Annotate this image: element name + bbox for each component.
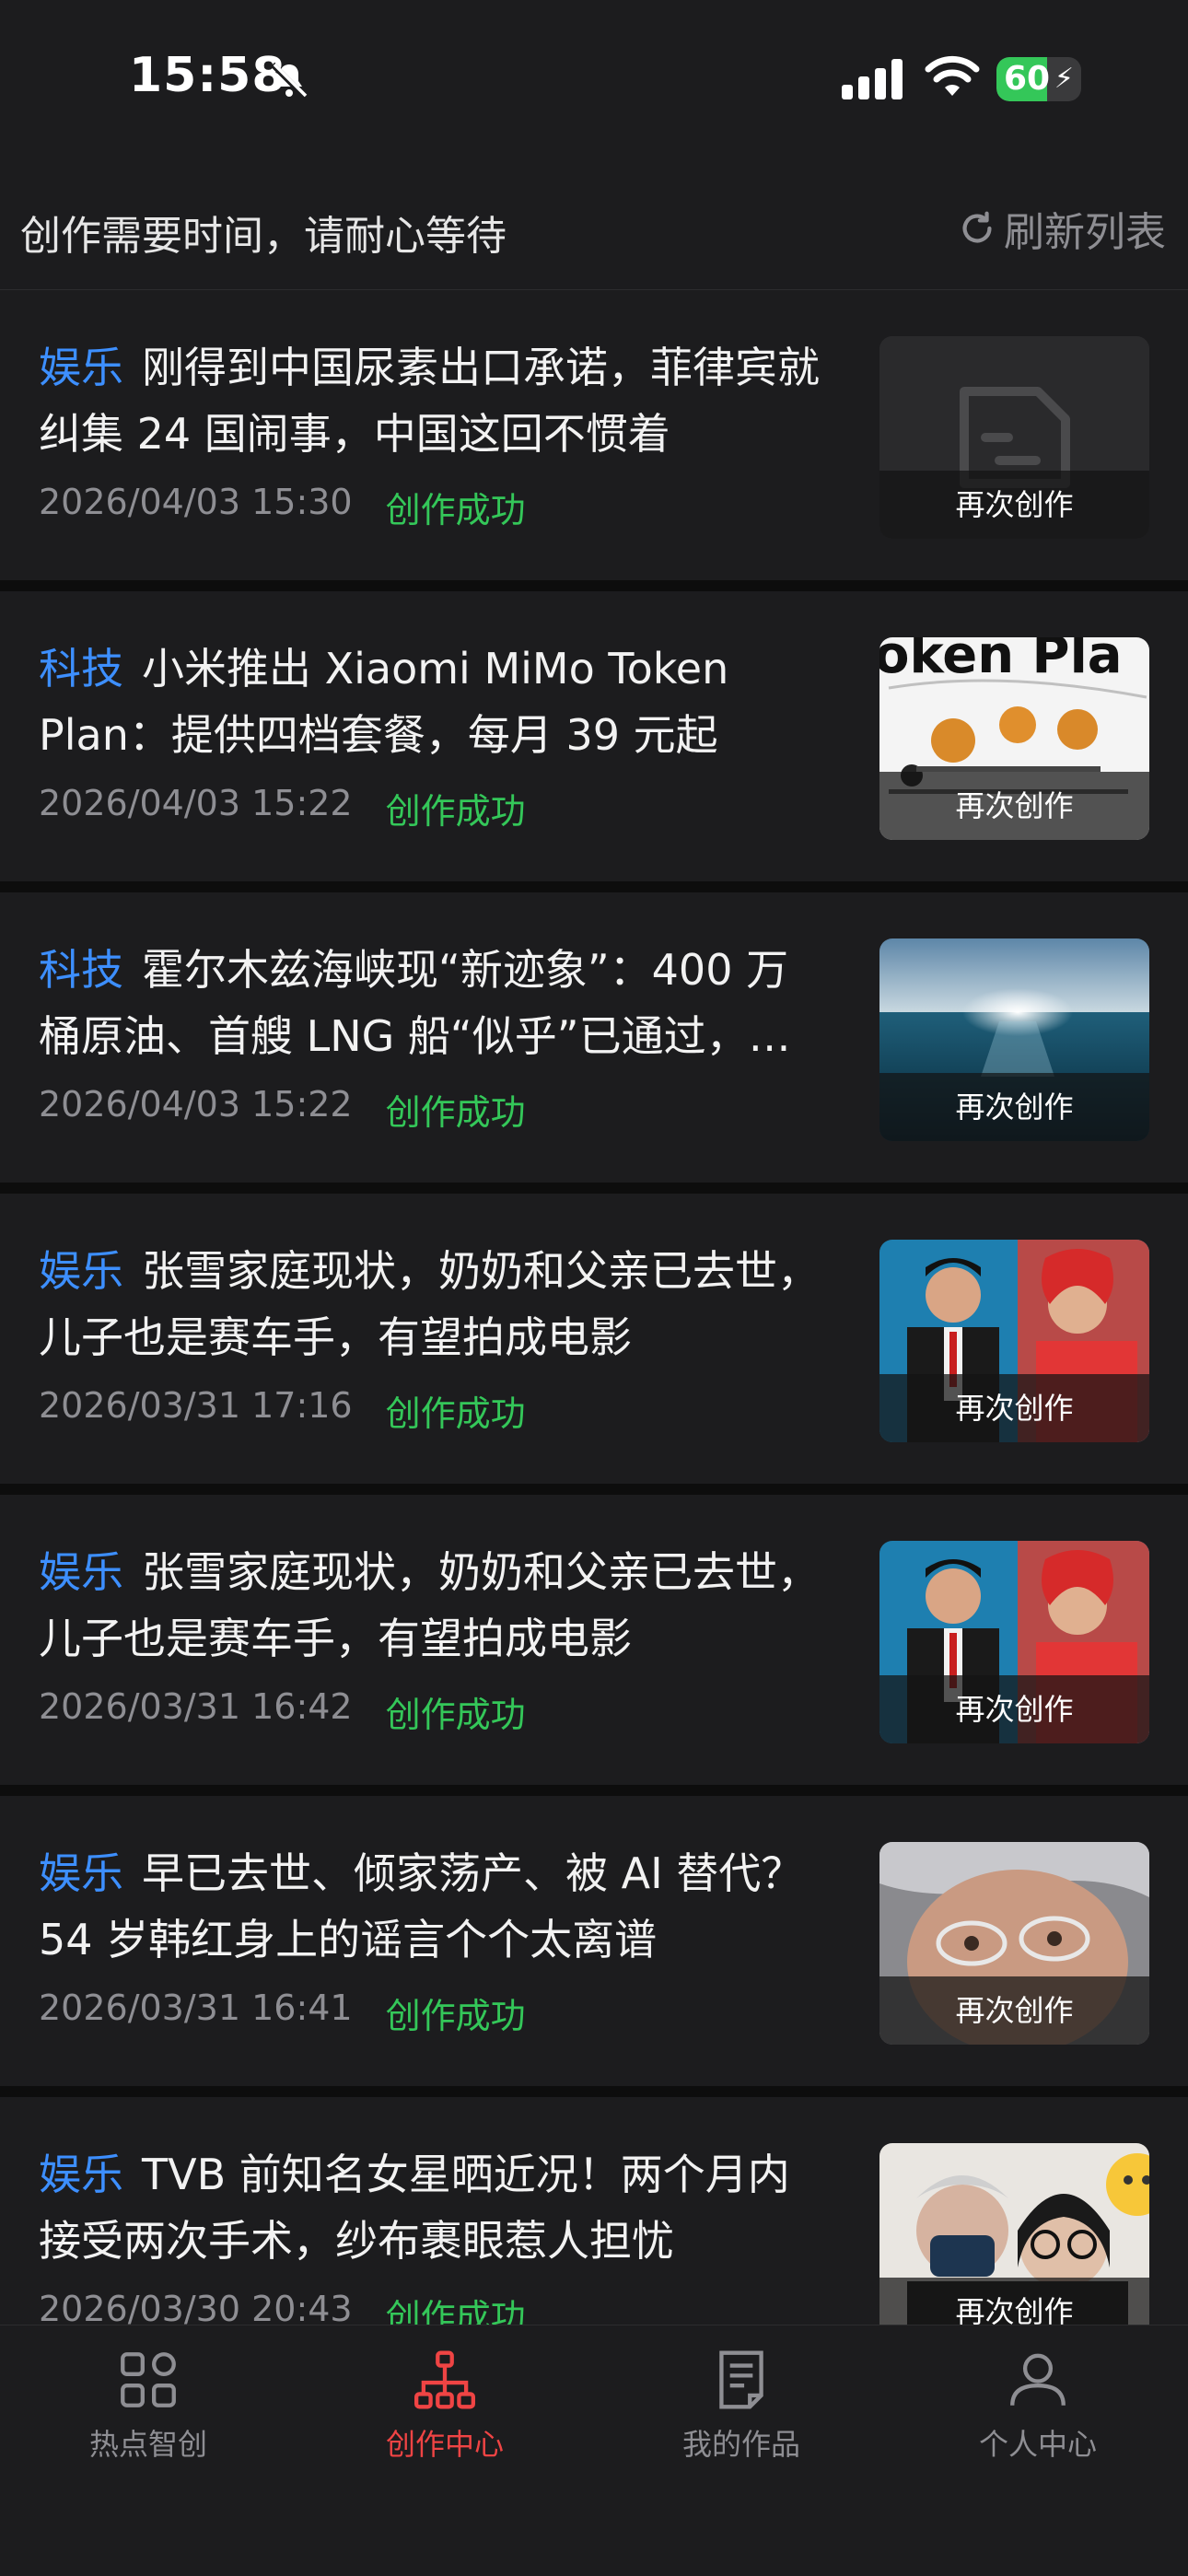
status-badge: 创作成功 [385, 1695, 526, 1735]
category-tag: 娱乐 [39, 2150, 123, 2199]
category-tag: 娱乐 [39, 1848, 123, 1898]
tab-my-works[interactable]: 我的作品 [593, 2346, 890, 2464]
refresh-icon [962, 211, 992, 243]
item-meta: 2026/03/31 17:16 创作成功 [39, 1385, 526, 1436]
refresh-list-button[interactable]: 刷新列表 [956, 199, 1166, 258]
item-meta: 2026/03/31 16:42 创作成功 [39, 1686, 526, 1737]
title-text: 早已去世、倾家荡产、被 AI 替代？54 岁韩红身上的谣言个个太离谱 [39, 1848, 804, 1964]
category-tag: 科技 [39, 945, 123, 995]
creation-list: 娱乐 刚得到中国尿素出口承诺，菲律宾就纠集 24 国闹事，中国这回不惯着 2026… [0, 290, 1188, 2398]
item-date: 2026/03/31 16:41 [39, 1987, 353, 2028]
tab-label: 热点智创 [88, 2427, 207, 2462]
recreate-button[interactable]: 再次创作 [879, 772, 1149, 840]
list-item[interactable]: 娱乐 早已去世、倾家荡产、被 AI 替代？54 岁韩红身上的谣言个个太离谱 202… [0, 1796, 1188, 2097]
notice-text: 创作需要时间，请耐心等待 [20, 213, 507, 260]
item-title: 娱乐 张雪家庭现状，奶奶和父亲已去世，儿子也是赛车手，有望拍成电影 [39, 1238, 831, 1370]
recreate-button[interactable]: 再次创作 [879, 1675, 1149, 1743]
status-badge: 创作成功 [385, 1092, 526, 1133]
item-date: 2026/03/31 17:16 [39, 1385, 353, 1426]
list-item[interactable]: 科技 小米推出 Xiaomi MiMo Token Plan：提供四档套餐，每月 … [0, 591, 1188, 892]
title-text: 张雪家庭现状，奶奶和父亲已去世，儿子也是赛车手，有望拍成电影 [39, 1246, 820, 1362]
item-title: 娱乐 早已去世、倾家荡产、被 AI 替代？54 岁韩红身上的谣言个个太离谱 [39, 1840, 831, 1973]
list-item[interactable]: 娱乐 刚得到中国尿素出口承诺，菲律宾就纠集 24 国闹事，中国这回不惯着 2026… [0, 290, 1188, 591]
tab-hot-create[interactable]: 热点智创 [0, 2346, 297, 2464]
signal-icon [842, 59, 903, 99]
thumbnail: 再次创作 [879, 1541, 1149, 1743]
hierarchy-icon [414, 2350, 475, 2409]
battery-indicator: 60 ⚡ [996, 57, 1081, 101]
title-text: 霍尔木兹海峡现“新迹象”：400 万桶原油、首艘 LNG 船“似乎”已通过，… [39, 945, 791, 1061]
thumbnail: oken Pla 再次创作 [879, 637, 1149, 840]
status-bar: 15:58 60 ⚡ [0, 0, 1188, 157]
tab-profile[interactable]: 个人中心 [890, 2346, 1186, 2464]
thumbnail: 再次创作 [879, 1240, 1149, 1442]
thumbnail: 再次创作 [879, 938, 1149, 1141]
wifi-icon [925, 55, 980, 96]
tab-creation-center[interactable]: 创作中心 [297, 2346, 593, 2464]
item-date: 2026/04/03 15:22 [39, 1084, 353, 1125]
status-badge: 创作成功 [385, 1996, 526, 2036]
status-badge: 创作成功 [385, 791, 526, 832]
recreate-button[interactable]: 再次创作 [879, 471, 1149, 539]
item-title: 科技 小米推出 Xiaomi MiMo Token Plan：提供四档套餐，每月 … [39, 635, 831, 768]
charging-bolt-icon: ⚡ [1054, 63, 1074, 95]
title-text: TVB 前知名女星晒近况！两个月内接受两次手术，纱布裹眼惹人担忧 [39, 2150, 790, 2266]
list-item[interactable]: 科技 霍尔木兹海峡现“新迹象”：400 万桶原油、首艘 LNG 船“似乎”已通过，… [0, 892, 1188, 1194]
grid-icon [121, 2352, 176, 2407]
tab-label: 创作中心 [385, 2427, 504, 2462]
item-title: 科技 霍尔木兹海峡现“新迹象”：400 万桶原油、首艘 LNG 船“似乎”已通过，… [39, 937, 831, 1069]
category-tag: 科技 [39, 644, 123, 694]
battery-level: 60 [1004, 60, 1051, 98]
item-title: 娱乐 TVB 前知名女星晒近况！两个月内接受两次手术，纱布裹眼惹人担忧 [39, 2141, 831, 2274]
title-text: 张雪家庭现状，奶奶和父亲已去世，儿子也是赛车手，有望拍成电影 [39, 1547, 820, 1663]
item-title: 娱乐 张雪家庭现状，奶奶和父亲已去世，儿子也是赛车手，有望拍成电影 [39, 1539, 831, 1672]
category-tag: 娱乐 [39, 343, 123, 392]
thumbnail: 再次创作 [879, 1842, 1149, 2045]
item-meta: 2026/04/03 15:22 创作成功 [39, 783, 526, 833]
category-tag: 娱乐 [39, 1246, 123, 1296]
recreate-button[interactable]: 再次创作 [879, 1976, 1149, 2045]
list-header: 创作需要时间，请耐心等待 刷新列表 [0, 166, 1188, 290]
bell-muted-icon [270, 62, 309, 100]
recreate-button[interactable]: 再次创作 [879, 1374, 1149, 1442]
item-meta: 2026/04/03 15:30 创作成功 [39, 482, 526, 532]
list-item[interactable]: 娱乐 张雪家庭现状，奶奶和父亲已去世，儿子也是赛车手，有望拍成电影 2026/03… [0, 1194, 1188, 1495]
item-meta: 2026/03/31 16:41 创作成功 [39, 1987, 526, 2038]
item-date: 2026/03/31 16:42 [39, 1686, 353, 1727]
status-badge: 创作成功 [385, 1393, 526, 1434]
thumbnail: 再次创作 [879, 2143, 1149, 2346]
tab-label: 我的作品 [681, 2427, 800, 2462]
document-icon [719, 2350, 763, 2409]
item-date: 2026/04/03 15:30 [39, 482, 353, 522]
status-badge: 创作成功 [385, 490, 526, 530]
category-tag: 娱乐 [39, 1547, 123, 1597]
status-time: 15:58 [129, 48, 286, 103]
list-item[interactable]: 娱乐 张雪家庭现状，奶奶和父亲已去世，儿子也是赛车手，有望拍成电影 2026/03… [0, 1495, 1188, 1796]
thumbnail: 再次创作 [879, 336, 1149, 539]
token-image-text: oken Pla [879, 637, 1123, 685]
recreate-button[interactable]: 再次创作 [879, 1073, 1149, 1141]
tab-label: 个人中心 [978, 2427, 1097, 2462]
item-meta: 2026/04/03 15:22 创作成功 [39, 1084, 526, 1135]
user-icon [1010, 2353, 1066, 2406]
bottom-tab-bar: 热点智创 创作中心 我的作品 个人中心 [0, 2325, 1188, 2576]
title-text: 刚得到中国尿素出口承诺，菲律宾就纠集 24 国闹事，中国这回不惯着 [39, 343, 820, 459]
item-date: 2026/04/03 15:22 [39, 783, 353, 823]
refresh-label: 刷新列表 [1004, 209, 1166, 256]
title-text: 小米推出 Xiaomi MiMo Token Plan：提供四档套餐，每月 39… [39, 644, 729, 760]
item-title: 娱乐 刚得到中国尿素出口承诺，菲律宾就纠集 24 国闹事，中国这回不惯着 [39, 334, 831, 467]
